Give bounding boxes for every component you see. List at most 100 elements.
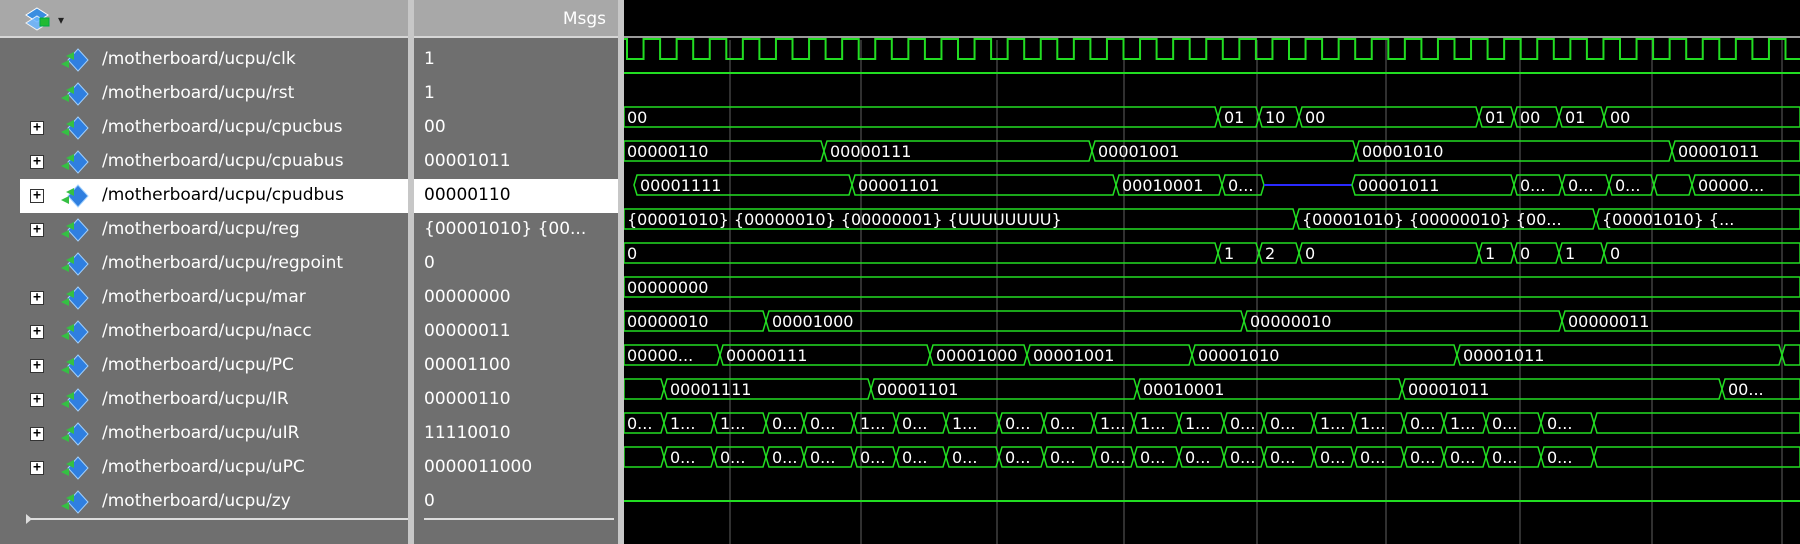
uIR-value-label: 1... <box>720 414 745 433</box>
regpoint-segment <box>1298 242 1480 264</box>
reg-value-label: {00001010} {00000010} {00000001} {UUUUUU… <box>627 210 1062 229</box>
uIR-value-label: 1... <box>1450 414 1475 433</box>
signal-value: 00001100 <box>424 355 511 375</box>
regpoint-value-label: 2 <box>1265 244 1275 263</box>
signal-values-pane[interactable]: Msgs 1 1 00 00001011 00000110 {00001010} {00.… <box>414 0 624 544</box>
value-row[interactable]: 0 <box>414 485 618 519</box>
scroll-arrow-icon[interactable] <box>26 514 32 524</box>
signal-row[interactable]: /motherboard/ucpu/regpoint <box>0 247 408 281</box>
signal-row[interactable]: + /motherboard/ucpu/reg <box>0 213 408 247</box>
regpoint-value-label: 0 <box>627 244 637 263</box>
signal-name: /motherboard/ucpu/reg <box>102 219 300 239</box>
expand-icon[interactable]: + <box>30 291 44 305</box>
toolbar-dropdown-icon[interactable]: ▾ <box>58 13 64 27</box>
signal-value: 00001011 <box>424 151 511 171</box>
value-row[interactable]: 00000110 <box>414 383 618 417</box>
cpuabus-value-label: 00000111 <box>830 142 911 161</box>
value-row[interactable]: 0000011000 <box>414 451 618 485</box>
names-scroll-track[interactable] <box>30 518 408 520</box>
signal-row[interactable]: + /motherboard/ucpu/nacc <box>0 315 408 349</box>
signal-value: {00001010} {00... <box>424 219 587 239</box>
expand-icon[interactable]: + <box>30 427 44 441</box>
value-row[interactable]: 0 <box>414 247 618 281</box>
expand-icon[interactable]: + <box>30 359 44 373</box>
value-row[interactable]: 00000000 <box>414 281 618 315</box>
signal-name: /motherboard/ucpu/nacc <box>102 321 312 341</box>
signal-names-pane[interactable]: ▾ /motherboard/ucpu/clk /motherboard/ucp… <box>0 0 414 544</box>
expand-icon[interactable]: + <box>30 393 44 407</box>
cpudbus-value-label: 0... <box>1520 176 1545 195</box>
value-row[interactable]: 00000011 <box>414 315 618 349</box>
uPC-value-label: 0... <box>1050 448 1075 467</box>
waveform-pane[interactable]: 00 01 10 00 01 00 01 00 00000110 00000111 00001001… <box>624 0 1800 544</box>
uPC-value-label: 0... <box>1230 448 1255 467</box>
uIR-value-label: 0... <box>902 414 927 433</box>
signal-value: 00000110 <box>424 389 511 409</box>
signal-row[interactable]: + /motherboard/ucpu/mar <box>0 281 408 315</box>
signal-icon <box>58 81 92 107</box>
cpuabus-value-label: 00001001 <box>1098 142 1179 161</box>
value-row[interactable]: 00 <box>414 111 618 145</box>
signal-row[interactable]: + /motherboard/ucpu/cpudbus <box>20 179 408 213</box>
signal-icon <box>58 149 92 175</box>
signal-row[interactable]: + /motherboard/ucpu/cpucbus <box>0 111 408 145</box>
cpucbus-value-label: 00 <box>1520 108 1540 127</box>
signal-name: /motherboard/ucpu/cpucbus <box>102 117 343 137</box>
cpudbus-value-label: 0... <box>1228 176 1253 195</box>
uIR-value-label: 1... <box>1360 414 1385 433</box>
expand-icon[interactable]: + <box>30 155 44 169</box>
value-row[interactable]: 1 <box>414 43 618 77</box>
value-row[interactable]: {00001010} {00... <box>414 213 618 247</box>
value-row[interactable]: 1 <box>414 77 618 111</box>
nacc-value-label: 00000011 <box>1568 312 1649 331</box>
signal-icon <box>58 319 92 345</box>
signal-icon <box>58 285 92 311</box>
cpucbus-value-label: 01 <box>1565 108 1585 127</box>
value-row[interactable]: 00001100 <box>414 349 618 383</box>
cpudbus-segment <box>1653 174 1693 196</box>
signal-icon <box>58 217 92 243</box>
uIR-value-label: 0... <box>1410 414 1435 433</box>
signal-row[interactable]: + /motherboard/ucpu/uIR <box>0 417 408 451</box>
regpoint-segment <box>624 242 1219 264</box>
expand-icon[interactable]: + <box>30 325 44 339</box>
IR-value-label: 00001101 <box>877 380 958 399</box>
uPC-value-label: 0... <box>1492 448 1517 467</box>
signal-row[interactable]: + /motherboard/ucpu/IR <box>0 383 408 417</box>
signal-row[interactable]: + /motherboard/ucpu/PC <box>0 349 408 383</box>
uIR-value-label: 1... <box>1140 414 1165 433</box>
signal-name: /motherboard/ucpu/uIR <box>102 423 300 443</box>
PC-value-label: 00001011 <box>1463 346 1544 365</box>
uIR-value-label: 1... <box>1320 414 1345 433</box>
value-row[interactable]: 00000110 <box>414 179 618 213</box>
signal-value: 0 <box>424 491 435 511</box>
signal-row[interactable]: + /motherboard/ucpu/cpuabus <box>0 145 408 179</box>
expand-icon[interactable]: + <box>30 189 44 203</box>
waveform-canvas[interactable]: 00 01 10 00 01 00 01 0000000110 00000111 00001001… <box>624 0 1800 544</box>
regpoint-value-label: 0 <box>1520 244 1530 263</box>
uIR-value-label: 1... <box>860 414 885 433</box>
expand-icon[interactable]: + <box>30 461 44 475</box>
cpuabus-value-label: 00000110 <box>627 142 708 161</box>
value-row[interactable]: 11110010 <box>414 417 618 451</box>
uPC-value-label: 0... <box>1140 448 1165 467</box>
regpoint-value-label: 0 <box>1610 244 1620 263</box>
uPC-value-label: 0... <box>902 448 927 467</box>
signal-value: 0 <box>424 253 435 273</box>
signal-row[interactable]: /motherboard/ucpu/zy <box>0 485 408 519</box>
expand-icon[interactable]: + <box>30 121 44 135</box>
wave-layout-icon[interactable] <box>24 6 50 32</box>
uIR-value-label: 0... <box>1492 414 1517 433</box>
waveform-window: ▾ /motherboard/ucpu/clk /motherboard/ucp… <box>0 0 1800 544</box>
expand-icon[interactable]: + <box>30 223 44 237</box>
uPC-value-label: 0... <box>720 448 745 467</box>
cpudbus-value-label: 00000... <box>1698 176 1764 195</box>
signal-row[interactable]: /motherboard/ucpu/rst <box>0 77 408 111</box>
signal-row[interactable]: /motherboard/ucpu/clk <box>0 43 408 77</box>
values-scroll-track[interactable] <box>424 518 614 520</box>
signal-row[interactable]: + /motherboard/ucpu/uPC <box>0 451 408 485</box>
regpoint-segment <box>1603 242 1800 264</box>
PC-value-label: 00000111 <box>726 346 807 365</box>
cpucbus-value-label: 00 <box>627 108 647 127</box>
value-row[interactable]: 00001011 <box>414 145 618 179</box>
